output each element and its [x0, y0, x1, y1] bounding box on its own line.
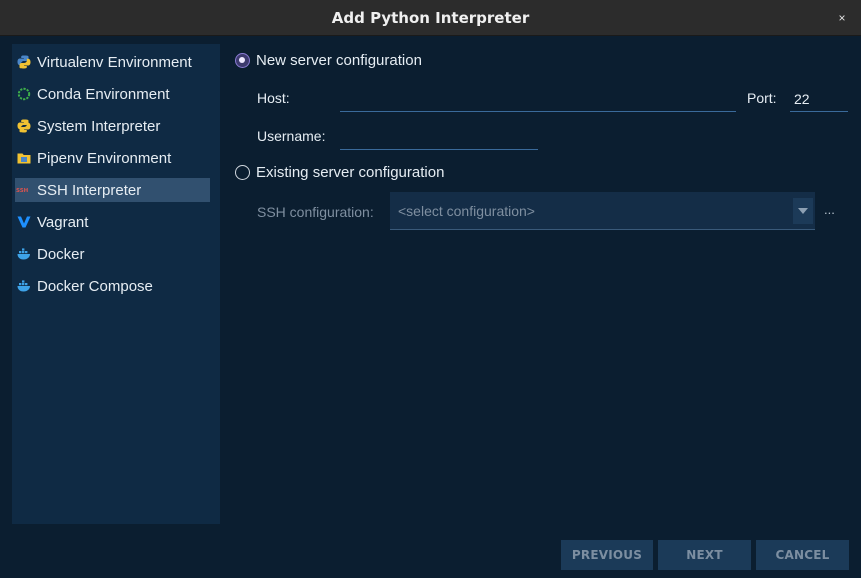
sidebar-item-label: Pipenv Environment — [37, 149, 172, 167]
port-label: Port: — [747, 90, 777, 106]
ssh-configuration-select[interactable]: <select configuration> — [390, 192, 815, 230]
sidebar-item-label: Docker — [37, 245, 85, 263]
sidebar-item-label: Virtualenv Environment — [37, 53, 192, 71]
ssh-configuration-value: <select configuration> — [398, 203, 535, 219]
port-input[interactable] — [790, 86, 848, 112]
conda-icon — [16, 86, 32, 102]
browse-configurations-button[interactable]: ... — [824, 202, 835, 217]
python-icon — [16, 54, 32, 70]
existing-server-radio[interactable]: Existing server configuration — [235, 164, 444, 181]
new-server-radio[interactable]: New server configuration — [235, 52, 422, 69]
next-button[interactable]: NEXT — [658, 540, 751, 570]
radio-selected-icon[interactable] — [235, 53, 250, 68]
sidebar-item-system-interpreter[interactable]: System Interpreter — [15, 114, 210, 138]
sidebar-item-conda[interactable]: Conda Environment — [15, 82, 210, 106]
title-bar: Add Python Interpreter × — [0, 0, 861, 36]
previous-button[interactable]: PREVIOUS — [561, 540, 653, 570]
dialog-title: Add Python Interpreter — [331, 9, 530, 27]
radio-unselected-icon[interactable] — [235, 165, 250, 180]
sidebar-item-docker[interactable]: Docker — [15, 242, 210, 266]
host-input[interactable] — [340, 86, 736, 112]
host-label: Host: — [257, 90, 290, 106]
vagrant-icon — [16, 214, 32, 230]
sidebar-item-label: Conda Environment — [37, 85, 170, 103]
cancel-button[interactable]: CANCEL — [756, 540, 849, 570]
docker-icon — [16, 246, 32, 262]
sidebar-item-label: Vagrant — [37, 213, 89, 231]
close-icon[interactable]: × — [833, 9, 851, 27]
sidebar-item-vagrant[interactable]: Vagrant — [15, 210, 210, 234]
sidebar-item-label: SSH Interpreter — [37, 181, 142, 199]
ssh-configuration-label: SSH configuration: — [257, 204, 374, 220]
interpreter-type-list: Virtualenv Environment Conda Environment… — [12, 44, 220, 524]
chevron-down-icon[interactable] — [793, 198, 813, 224]
sidebar-item-label: Docker Compose — [37, 277, 153, 295]
sidebar-item-label: System Interpreter — [37, 117, 161, 135]
dialog-content: Virtualenv Environment Conda Environment… — [0, 36, 861, 578]
docker-icon — [16, 278, 32, 294]
existing-server-label: Existing server configuration — [256, 164, 445, 181]
svg-text:SSH: SSH — [16, 188, 29, 194]
sidebar-item-docker-compose[interactable]: Docker Compose — [15, 274, 210, 298]
new-server-label: New server configuration — [256, 52, 422, 69]
python-icon — [16, 118, 32, 134]
sidebar-item-virtualenv[interactable]: Virtualenv Environment — [15, 50, 210, 74]
username-label: Username: — [257, 128, 326, 144]
configuration-panel: New server configuration Host: Port: Use… — [220, 36, 861, 578]
sidebar-item-pipenv[interactable]: Pipenv Environment — [15, 146, 210, 170]
username-input[interactable] — [340, 124, 538, 150]
folder-icon — [16, 150, 32, 166]
sidebar-item-ssh-interpreter[interactable]: SSH SSH Interpreter — [15, 178, 210, 202]
ssh-icon: SSH — [16, 182, 32, 198]
